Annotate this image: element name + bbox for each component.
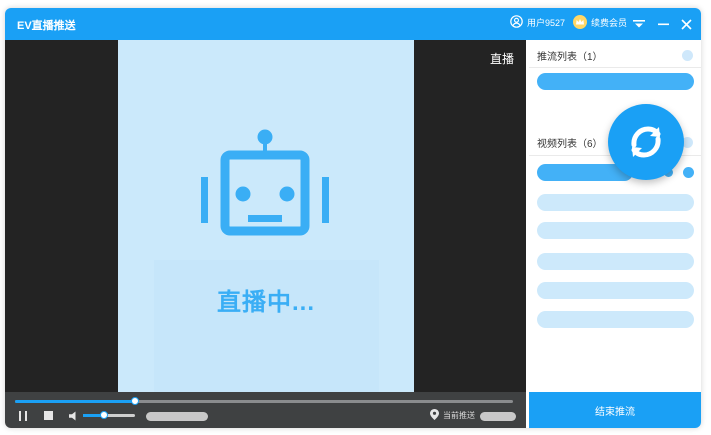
location-pin-icon xyxy=(430,409,439,422)
username-label: 用户9527 xyxy=(527,18,566,28)
location-label: 当前推送 xyxy=(443,411,475,420)
location-indicator: 当前推送 xyxy=(430,409,475,422)
video-player[interactable]: 直播中... 直播 xyxy=(5,40,526,392)
stop-icon[interactable] xyxy=(44,409,53,422)
video-list-item[interactable] xyxy=(537,194,694,211)
dropdown-menu-icon[interactable] xyxy=(631,16,647,32)
stage-panel xyxy=(154,260,379,392)
minimize-icon[interactable] xyxy=(655,16,671,32)
video-item-dot xyxy=(683,167,694,178)
video-list-item[interactable] xyxy=(537,282,694,299)
user-account[interactable]: 用户9527 xyxy=(510,15,565,30)
crown-icon xyxy=(573,15,587,29)
push-list-indicator[interactable] xyxy=(682,50,693,61)
video-list-item[interactable] xyxy=(537,311,694,328)
push-stream-item[interactable] xyxy=(537,73,694,90)
volume-icon[interactable] xyxy=(69,409,79,422)
robot-icon xyxy=(201,129,329,236)
app-window: EV直播推送 用户9527 续费会员 直播中... 直播 当前推送 推流列表（1… xyxy=(5,8,701,428)
refresh-button[interactable] xyxy=(608,104,684,180)
app-title: EV直播推送 xyxy=(17,20,76,32)
volume-slider[interactable] xyxy=(83,411,135,419)
video-list-item[interactable] xyxy=(537,253,694,270)
live-badge: 直播 xyxy=(489,52,514,66)
volume-handle[interactable] xyxy=(99,411,108,419)
progress-handle[interactable] xyxy=(130,397,139,405)
progress-bar[interactable] xyxy=(15,397,513,405)
divider xyxy=(529,67,701,68)
vip-renew[interactable]: 续费会员 xyxy=(573,15,627,29)
pause-icon[interactable] xyxy=(19,409,28,422)
progress-fill xyxy=(15,400,135,403)
video-list-title: 视频列表（6） xyxy=(537,139,603,150)
sidebar: 推流列表（1） 视频列表（6） xyxy=(529,40,701,392)
time-placeholder xyxy=(146,412,208,421)
end-push-label: 结束推流 xyxy=(595,406,635,418)
vip-label: 续费会员 xyxy=(591,17,628,28)
live-status-text: 直播中... xyxy=(216,289,315,316)
live-stage: 直播中... xyxy=(118,40,414,392)
push-target-placeholder xyxy=(480,412,516,421)
user-icon xyxy=(510,15,523,30)
end-push-button[interactable]: 结束推流 xyxy=(529,392,701,428)
refresh-icon xyxy=(631,126,661,158)
close-icon[interactable] xyxy=(678,16,694,32)
push-list-title: 推流列表（1） xyxy=(537,52,603,63)
video-list-item[interactable] xyxy=(537,222,694,239)
player-controls: 当前推送 xyxy=(5,392,526,428)
title-bar: EV直播推送 用户9527 续费会员 xyxy=(5,8,701,40)
